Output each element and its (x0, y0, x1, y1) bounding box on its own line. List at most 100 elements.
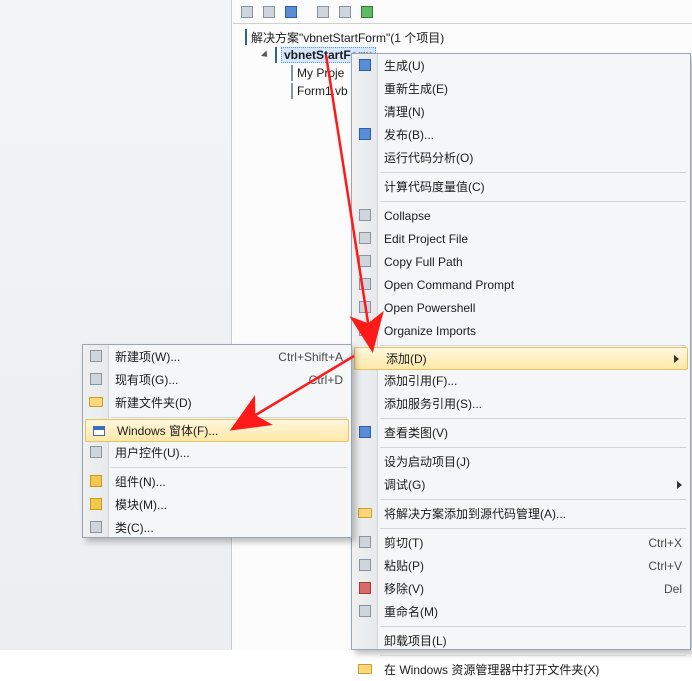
newitem-icon (88, 348, 104, 364)
menu-item-shortcut: Ctrl+V (648, 559, 682, 573)
menu-item-label: 添加服务引用(S)... (384, 395, 682, 412)
ps-icon (357, 299, 373, 315)
menu-item-label: 调试(G) (384, 476, 671, 493)
ctx-scc[interactable]: 将解决方案添加到源代码管理(A)... (352, 502, 690, 525)
ctx-addref[interactable]: 添加引用(F)... (352, 369, 690, 392)
project-context-menu: 生成(U) 重新生成(E) 清理(N) 发布(B)... 运行代码分析(O) 计算代码度量… (351, 53, 691, 650)
ctx-openinexp[interactable]: 在 Windows 资源管理器中打开文件夹(X) (352, 658, 690, 681)
vb-project-icon (275, 48, 277, 62)
module-icon (88, 496, 104, 512)
show-all-icon[interactable] (359, 4, 375, 20)
rename-icon (357, 603, 373, 619)
ctx-editproj[interactable]: Edit Project File (352, 227, 690, 250)
ctx-analyze[interactable]: 运行代码分析(O) (352, 146, 690, 169)
ctx-classview[interactable]: 查看类图(V) (352, 421, 690, 444)
edit-icon (357, 230, 373, 246)
ctx-build[interactable]: 生成(U) (352, 54, 690, 77)
solution-node[interactable]: 解决方案"vbnetStartForm"(1 个项目) (245, 28, 692, 46)
menu-item-shortcut: Ctrl+Shift+A (278, 350, 343, 364)
menu-item-label: 查看类图(V) (384, 424, 682, 441)
class-icon (88, 519, 104, 535)
menu-item-label: 新建文件夹(D) (115, 394, 343, 411)
add-existitem[interactable]: 现有项(G)...Ctrl+D (83, 368, 351, 391)
ctx-publish[interactable]: 发布(B)... (352, 123, 690, 146)
folder-icon (357, 661, 373, 677)
expander-icon[interactable] (261, 50, 271, 60)
ctx-startup[interactable]: 设为启动项目(J) (352, 450, 690, 473)
ctx-rename[interactable]: 重命名(M) (352, 600, 690, 623)
menu-item-label: 清理(N) (384, 103, 682, 120)
menu-item-label: Open Powershell (384, 301, 682, 315)
form-icon (91, 423, 107, 439)
properties-icon[interactable] (261, 4, 277, 20)
menu-item-label: 运行代码分析(O) (384, 149, 682, 166)
add-newfolder[interactable]: 新建文件夹(D) (83, 391, 351, 414)
usercontrol-icon (88, 444, 104, 460)
ctx-delete[interactable]: 移除(V)Del (352, 577, 690, 600)
menu-item-label: 添加(D) (386, 350, 668, 367)
build-icon (357, 57, 373, 73)
copy-icon (357, 253, 373, 269)
vb-file-icon (291, 84, 293, 98)
ctx-cut[interactable]: 剪切(T)Ctrl+X (352, 531, 690, 554)
menu-item-label: 粘贴(P) (384, 557, 648, 574)
menu-item-label: 组件(N)... (115, 473, 343, 490)
delete-icon (357, 580, 373, 596)
myproject-icon (291, 66, 293, 80)
ctx-copypath[interactable]: Copy Full Path (352, 250, 690, 273)
ctx-cmd[interactable]: Open Command Prompt (352, 273, 690, 296)
search-icon[interactable] (315, 4, 331, 20)
cut-icon (357, 534, 373, 550)
menu-item-shortcut: Ctrl+X (648, 536, 682, 550)
ctx-org[interactable]: Organize Imports (352, 319, 690, 342)
submenu-arrow-icon (677, 481, 682, 489)
project-item-label: Form1.vb (297, 84, 348, 98)
menu-item-label: 卸载项目(L) (384, 632, 682, 649)
menu-item-label: 将解决方案添加到源代码管理(A)... (384, 505, 682, 522)
menu-item-label: 设为启动项目(J) (384, 453, 682, 470)
menu-item-label: 添加引用(F)... (384, 372, 682, 389)
ctx-rebuild[interactable]: 重新生成(E) (352, 77, 690, 100)
add-usercontrol[interactable]: 用户控件(U)... (83, 441, 351, 464)
add-winform[interactable]: Windows 窗体(F)... (85, 419, 349, 442)
menu-item-label: Collapse (384, 209, 682, 223)
add-class[interactable]: 类(C)... (83, 516, 351, 539)
ctx-unload[interactable]: 卸载项目(L) (352, 629, 690, 652)
menu-item-label: 重命名(M) (384, 603, 682, 620)
menu-item-shortcut: Del (664, 582, 682, 596)
menu-item-label: Edit Project File (384, 232, 682, 246)
ctx-collapse[interactable]: Collapse (352, 204, 690, 227)
menu-item-label: Copy Full Path (384, 255, 682, 269)
menu-item-label: 剪切(T) (384, 534, 648, 551)
menu-item-label: 现有项(G)... (115, 371, 309, 388)
add-submenu: 新建项(W)...Ctrl+Shift+A现有项(G)...Ctrl+D新建文件… (82, 344, 352, 538)
menu-item-shortcut: Ctrl+D (309, 373, 343, 387)
ctx-add[interactable]: 添加(D) (354, 347, 688, 370)
ctx-clean[interactable]: 清理(N) (352, 100, 690, 123)
ctx-paste[interactable]: 粘贴(P)Ctrl+V (352, 554, 690, 577)
ctx-addsvc[interactable]: 添加服务引用(S)... (352, 392, 690, 415)
menu-item-label: Open Command Prompt (384, 278, 682, 292)
ctx-metrics[interactable]: 计算代码度量值(C) (352, 175, 690, 198)
menu-item-label: 计算代码度量值(C) (384, 178, 682, 195)
menu-item-label: 新建项(W)... (115, 348, 278, 365)
menu-item-label: 重新生成(E) (384, 80, 682, 97)
add-component[interactable]: 组件(N)... (83, 470, 351, 493)
ctx-debug[interactable]: 调试(G) (352, 473, 690, 496)
refresh-icon[interactable] (283, 4, 299, 20)
ctx-ps[interactable]: Open Powershell (352, 296, 690, 319)
project-item-label: My Proje (297, 66, 344, 80)
menu-item-label: 生成(U) (384, 57, 682, 74)
copy-icon[interactable] (239, 4, 255, 20)
collapse-icon (357, 207, 373, 223)
add-module[interactable]: 模块(M)... (83, 493, 351, 516)
paste-icon (357, 557, 373, 573)
solution-label: 解决方案"vbnetStartForm"(1 个项目) (251, 29, 444, 46)
add-newitem[interactable]: 新建项(W)...Ctrl+Shift+A (83, 345, 351, 368)
publish-icon (357, 126, 373, 142)
menu-item-label: Organize Imports (384, 324, 682, 338)
classview-icon (357, 424, 373, 440)
menu-item-label: 类(C)... (115, 519, 343, 536)
wrench-icon[interactable] (337, 4, 353, 20)
scc-icon (357, 505, 373, 521)
